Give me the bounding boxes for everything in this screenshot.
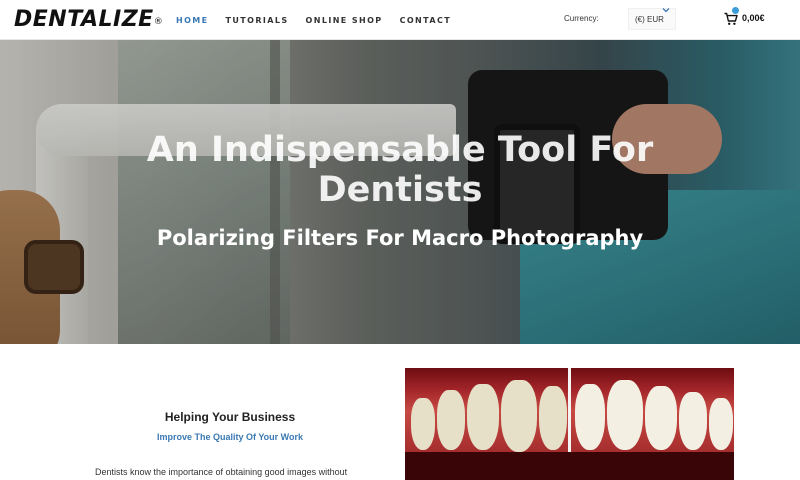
currency-value: (€) EUR — [635, 15, 664, 24]
registered-mark: ® — [153, 17, 164, 27]
tooth — [679, 392, 707, 450]
logo-text: DENTALIZE — [14, 7, 154, 32]
section-text: Dentists know the importance of obtainin… — [95, 467, 348, 477]
nav-tutorials[interactable]: TUTORIALS — [226, 16, 289, 25]
intro-section: Helping Your Business Improve The Qualit… — [80, 344, 380, 480]
cart-badge — [732, 7, 739, 14]
hero-title: An Indispensable Tool For Dentists — [0, 130, 800, 210]
tooth — [645, 386, 677, 450]
tooth — [467, 384, 499, 450]
tooth — [539, 386, 567, 450]
hero-subtitle: Polarizing Filters For Macro Photography — [156, 226, 644, 250]
tooth — [437, 390, 465, 450]
lower-teeth-shadow — [405, 452, 734, 480]
tooth — [709, 398, 733, 450]
tooth — [607, 380, 643, 450]
hero-banner: An Indispensable Tool For Dentists Polar… — [0, 40, 800, 344]
currency-label: Currency: — [564, 14, 599, 23]
cart-button[interactable]: 0,00€ — [724, 7, 765, 25]
logo[interactable]: DENTALIZE® — [14, 6, 163, 34]
shopping-cart-icon — [724, 7, 739, 25]
main-nav: HOME TUTORIALS ONLINE SHOP CONTACT — [176, 0, 468, 40]
section-subtitle: Improve The Quality Of Your Work — [156, 432, 304, 442]
cart-total: 0,00€ — [742, 13, 765, 23]
tooth — [501, 380, 537, 452]
tooth — [575, 384, 605, 450]
site-header: DENTALIZE® HOME TUTORIALS ONLINE SHOP CO… — [0, 0, 800, 40]
tooth — [411, 398, 435, 450]
teeth-comparison-image — [405, 368, 734, 480]
hero-title-line2: Dentists — [317, 170, 483, 210]
hero-title-line1: An Indispensable Tool For — [146, 130, 654, 170]
nav-home[interactable]: HOME — [176, 16, 209, 25]
section-title: Helping Your Business — [164, 410, 296, 424]
chevron-down-icon[interactable] — [662, 6, 670, 14]
nav-contact[interactable]: CONTACT — [400, 16, 452, 25]
nav-online-shop[interactable]: ONLINE SHOP — [306, 16, 383, 25]
